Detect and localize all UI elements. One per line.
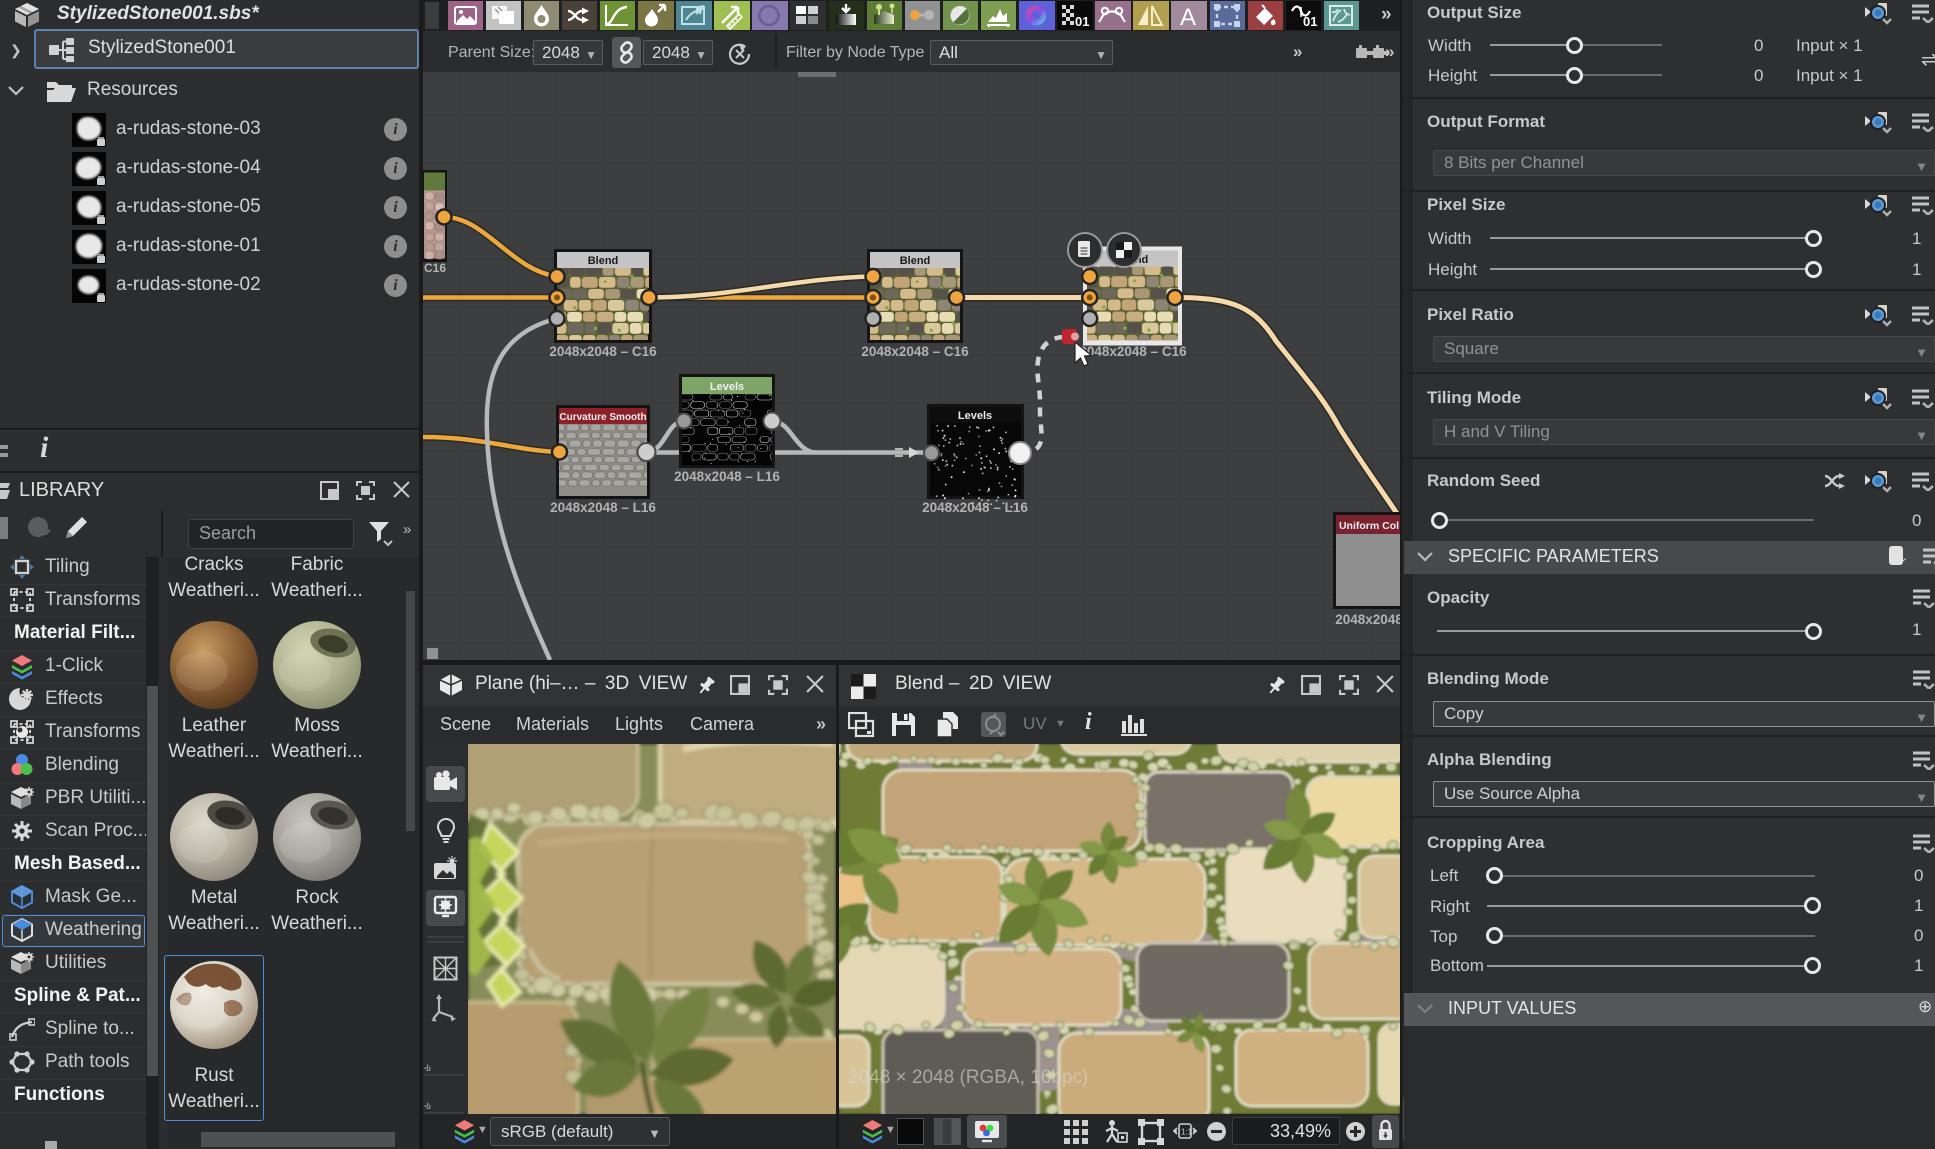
- svg-text:Levels: Levels: [958, 410, 992, 422]
- svg-text:2048x2048 – L16: 2048x2048 – L16: [674, 469, 780, 484]
- svg-text:Blend: Blend: [900, 255, 931, 267]
- svg-text:2048x2048: 2048x2048: [1335, 612, 1400, 627]
- svg-text:1:1: 1:1: [1181, 1128, 1193, 1137]
- svg-text:2048x2048 – L16: 2048x2048 – L16: [550, 500, 656, 515]
- svg-text:Levels: Levels: [710, 381, 744, 393]
- svg-text:Blend: Blend: [588, 255, 619, 267]
- svg-text:Uniform Col: Uniform Col: [1339, 520, 1399, 532]
- svg-text:C16: C16: [424, 261, 446, 275]
- svg-text:2048x2048 – C16: 2048x2048 – C16: [1079, 344, 1187, 359]
- svg-text:2048x2048 – C16: 2048x2048 – C16: [861, 344, 969, 359]
- svg-text:2048x2048 – L16: 2048x2048 – L16: [922, 500, 1028, 515]
- svg-text:Curvature Smooth: Curvature Smooth: [559, 412, 646, 423]
- svg-text:2048x2048 – C16: 2048x2048 – C16: [549, 344, 657, 359]
